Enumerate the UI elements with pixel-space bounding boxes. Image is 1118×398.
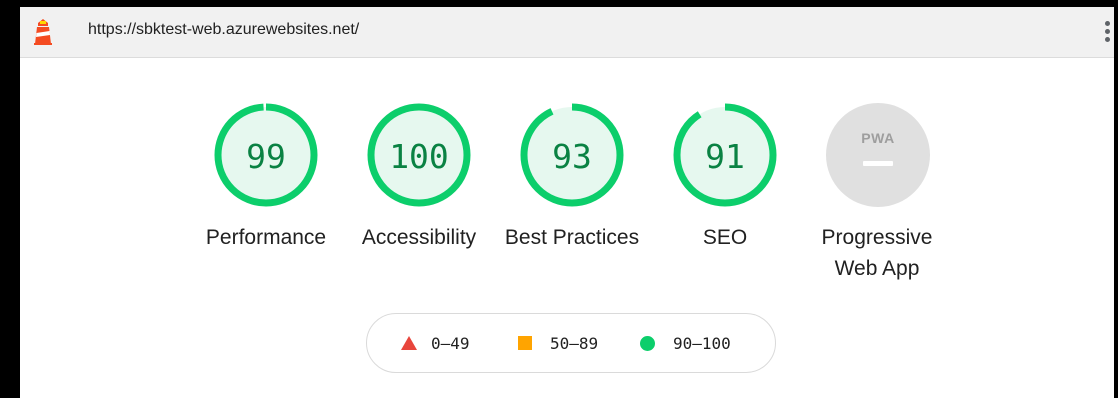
- lighthouse-report-frame: https://sbktest-web.azurewebsites.net/ 9…: [20, 7, 1114, 398]
- gauge-best-practices[interactable]: 93 Best Practices: [496, 7, 646, 307]
- legend-item-fail: 0–49: [401, 314, 470, 372]
- gauge-score: 99: [246, 137, 286, 176]
- gauge-label: Best Practices: [504, 226, 640, 249]
- gauge-score: 93: [552, 137, 592, 176]
- gauge-seo[interactable]: 91 SEO: [649, 7, 799, 307]
- legend-range: 50–89: [550, 333, 599, 353]
- pwa-dash: [863, 161, 893, 166]
- fail-triangle-icon: [401, 336, 417, 350]
- legend-range: 0–49: [431, 333, 470, 353]
- legend-range: 90–100: [673, 333, 731, 353]
- gauge-label: Performance: [205, 226, 327, 249]
- more-vert-icon[interactable]: [1102, 21, 1112, 47]
- score-scale-legend: 0–49 50–89 90–100: [366, 313, 776, 373]
- gauge-performance[interactable]: 99 Performance: [190, 7, 340, 307]
- pwa-badge-text: PWA: [861, 130, 895, 146]
- gauge-accessibility[interactable]: 100 Accessibility: [343, 7, 493, 307]
- gauge-score: 100: [389, 137, 449, 176]
- gauge-pwa[interactable]: PWA Progressive Web App: [802, 7, 952, 307]
- pwa-badge-icon: PWA: [826, 103, 930, 207]
- legend-item-pass: 90–100: [640, 314, 731, 372]
- legend-item-average: 50–89: [518, 314, 598, 372]
- gauge-label: Accessibility: [361, 226, 477, 249]
- gauge-label: SEO: [702, 226, 748, 249]
- gauge-label: Progressive Web App: [821, 226, 933, 280]
- lighthouse-icon: [34, 19, 52, 45]
- average-square-icon: [518, 336, 532, 350]
- gauge-score: 91: [705, 137, 745, 176]
- pass-circle-icon: [640, 335, 655, 351]
